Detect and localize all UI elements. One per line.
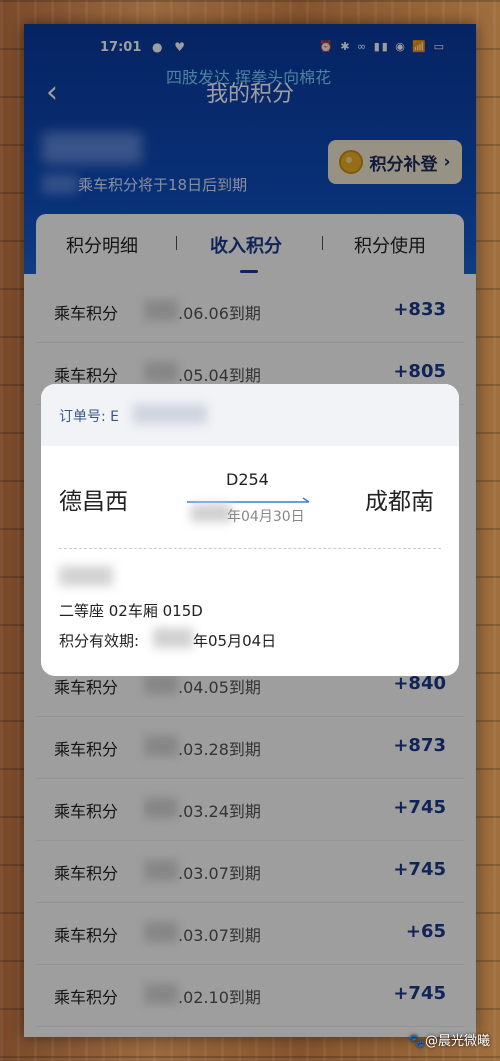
phone-screen: 17:01 ● ♥ ⏰ ✱ ∞ ▮▮ ◉ 📶 ▭ 四肢发达 挥拳头向棉花 ‹ 我…	[24, 24, 476, 1037]
travel-year-blurred	[191, 504, 231, 522]
train-number: D254	[226, 470, 269, 489]
validity-label: 积分有效期:	[59, 632, 140, 650]
dialog-header: 订单号: E	[41, 384, 459, 446]
dashed-divider	[59, 548, 441, 549]
trip-detail-dialog: 订单号: E 德昌西 D254 年04月30日 成都南 二等座 02车厢 015…	[41, 384, 459, 676]
arrival-station: 成都南	[365, 489, 434, 515]
order-number-label: 订单号: E	[59, 409, 120, 425]
order-number-blurred	[133, 404, 207, 424]
validity-year-blurred	[153, 628, 193, 648]
travel-date: 年04月30日	[227, 509, 305, 525]
validity-date: 年05月04日	[193, 632, 277, 650]
departure-station: 德昌西	[59, 489, 128, 515]
passenger-name-blurred	[59, 566, 113, 586]
seat-info: 二等座 02车厢 015D	[59, 602, 203, 620]
watermark: 🐾@晨光微曦	[408, 1034, 490, 1049]
